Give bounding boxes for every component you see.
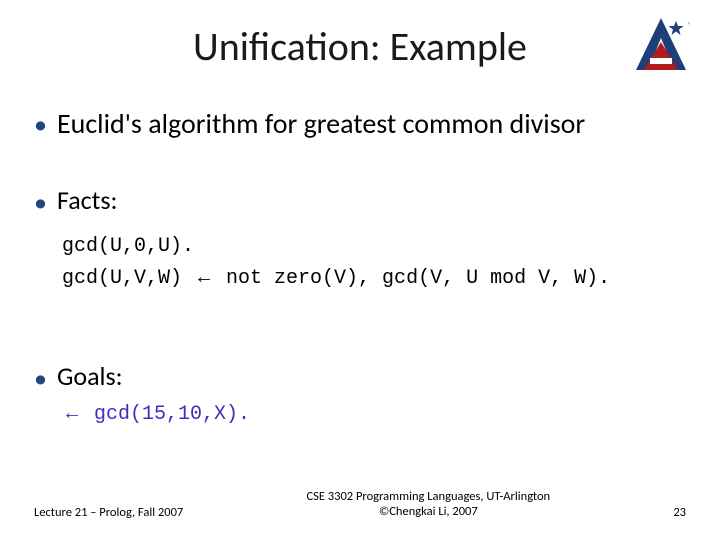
slide-title: Unification: Example [0,22,720,71]
bullet-intro-text: Euclid's algorithm for greatest common d… [57,108,585,140]
svg-text:™: ™ [687,22,690,28]
fact-line-2-post: not zero(V), gcd(V, U mod V, W). [214,267,610,290]
bullet-facts: • Facts: [34,186,686,217]
uta-logo: ™ [632,14,690,76]
left-arrow-icon: ← [62,402,82,424]
fact-line-1: gcd(U,0,U). [62,235,194,258]
left-arrow-icon: ← [194,266,214,288]
footer: Lecture 21 – Prolog, Fall 2007 CSE 3302 … [34,489,686,520]
slide-body: • Euclid's algorithm for greatest common… [34,108,686,426]
footer-center-line1: CSE 3302 Programming Languages, UT-Arlin… [183,489,673,505]
bullet-dot-icon: • [34,110,47,139]
footer-center-line2: ©Chengkai Li, 2007 [183,504,673,520]
facts-section: • Facts: gcd(U,0,U). gcd(U,V,W) ← not ze… [34,186,686,294]
goals-section: • Goals: ← gcd(15,10,X). [34,362,686,427]
footer-left: Lecture 21 – Prolog, Fall 2007 [34,505,183,520]
bullet-intro: • Euclid's algorithm for greatest common… [34,108,686,140]
bullet-dot-icon: • [34,364,47,393]
goal-code: ← gcd(15,10,X). [62,402,686,426]
facts-label: Facts: [57,186,118,216]
bullet-dot-icon: • [34,188,47,217]
footer-center: CSE 3302 Programming Languages, UT-Arlin… [183,489,673,520]
facts-code: gcd(U,0,U). gcd(U,V,W) ← not zero(V), gc… [62,231,686,294]
footer-page-number: 23 [673,505,686,520]
fact-line-2-pre: gcd(U,V,W) [62,267,194,290]
slide: Unification: Example ™ • Euclid's algori… [0,0,720,540]
bullet-goals: • Goals: [34,362,686,393]
goal-text: gcd(15,10,X). [82,403,250,426]
goals-label: Goals: [57,362,123,392]
